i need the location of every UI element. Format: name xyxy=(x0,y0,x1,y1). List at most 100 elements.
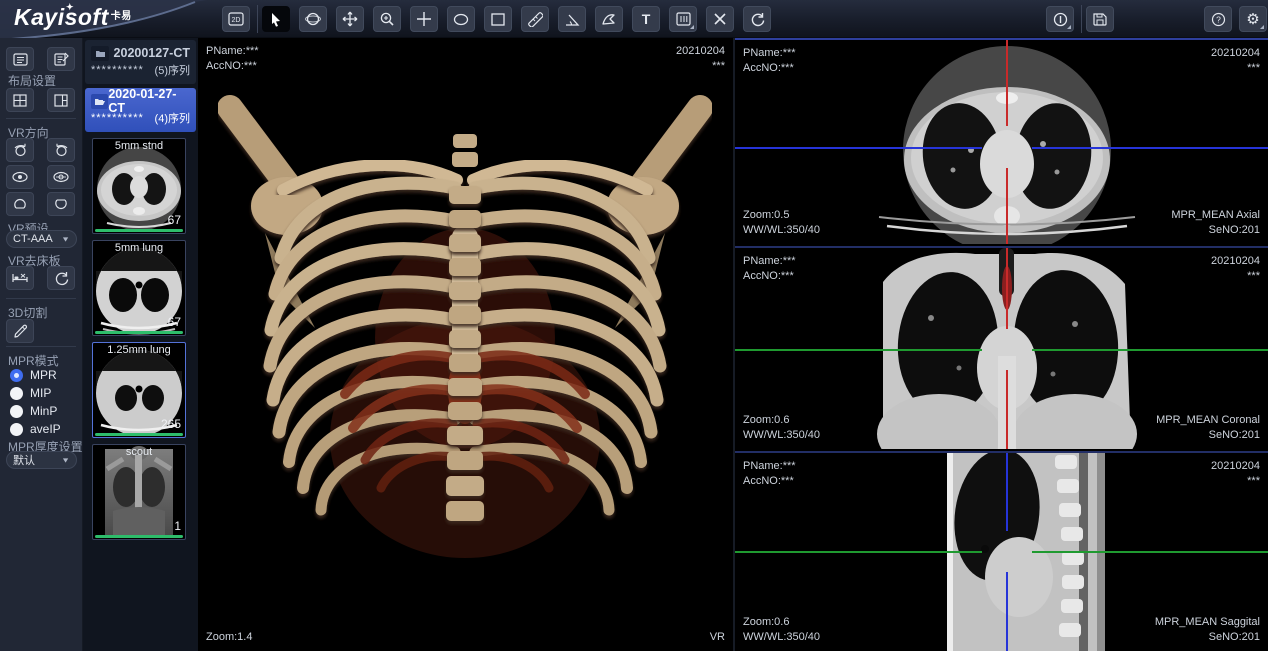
layout-2d-button[interactable]: 2D xyxy=(222,6,250,32)
thumbnail-progress-bar xyxy=(95,433,183,436)
vr-view-anterior-button[interactable] xyxy=(6,165,34,189)
ruler-tool-button[interactable] xyxy=(521,6,549,32)
app-logo-text: Kayisoft xyxy=(14,4,109,30)
coronal-overlay-top-right: 20210204 *** xyxy=(1211,254,1260,284)
thumbnail-label: scout xyxy=(93,446,185,458)
close-x-icon xyxy=(714,13,726,25)
series-list-button[interactable] xyxy=(6,47,34,71)
study-item[interactable]: 20200127-CT ********** (5)序列 xyxy=(85,40,196,84)
measure-list-button[interactable] xyxy=(669,6,697,32)
series-thumbnail-scout[interactable]: scout 1 xyxy=(92,444,186,540)
mpr-mode-radio-aveip[interactable]: aveIP xyxy=(10,422,61,436)
save-button[interactable] xyxy=(1086,6,1114,32)
coronal-crosshair-horizontal-left[interactable] xyxy=(735,349,982,351)
accession-number: AccNO:*** xyxy=(206,59,259,74)
rotate-3d-tool-button[interactable] xyxy=(299,6,327,32)
layout-grid-button[interactable] xyxy=(6,88,34,112)
axial-viewport[interactable]: PName:*** AccNO:*** 20210204 *** Zoom:0.… xyxy=(735,38,1268,244)
text-annotation-button[interactable]: T xyxy=(632,6,660,32)
reset-tool-button[interactable] xyxy=(743,6,771,32)
vr-viewport[interactable]: PName:*** AccNO:*** 20210204 *** Zoom:1.… xyxy=(198,38,733,651)
app-logo-cn: 卡易 xyxy=(111,11,132,22)
radio-label: aveIP xyxy=(30,422,61,436)
crosshair-tool-button[interactable] xyxy=(410,6,438,32)
measure-list-icon xyxy=(676,12,691,26)
mpr-thickness-value: 默认 xyxy=(13,452,35,468)
thumbnail-progress-bar xyxy=(95,229,183,232)
axial-crosshair-horizontal-right[interactable] xyxy=(1032,147,1268,149)
window-level: WW/WL:350/40 xyxy=(743,223,820,238)
series-thumbnail-1-25mm-lung[interactable]: 1.25mm lung 265 xyxy=(92,342,186,438)
coronal-crosshair-vertical-top[interactable] xyxy=(1006,248,1008,329)
zoom-level: Zoom:0.6 xyxy=(743,413,820,428)
mpr-mode-radio-minp[interactable]: MinP xyxy=(10,404,57,418)
angle-measure-button[interactable] xyxy=(558,6,586,32)
vr-overlay-bottom-left: Zoom:1.4 xyxy=(206,630,252,645)
layout-right-column-button[interactable] xyxy=(47,88,75,112)
folder-closed-icon xyxy=(91,46,109,61)
study-item-selected[interactable]: 2020-01-27-CT ********** (4)序列 xyxy=(85,88,196,132)
series-thumbnail-5mm-lung[interactable]: 5mm lung 67 xyxy=(92,240,186,336)
cursor-icon xyxy=(269,12,283,27)
mpr-mode-radio-mip[interactable]: MIP xyxy=(10,386,51,400)
view-posterior-icon xyxy=(53,171,69,183)
bed-reset-button[interactable] xyxy=(47,266,75,290)
masked-value: *** xyxy=(1211,269,1260,284)
sagittal-overlay-top-left: PName:*** AccNO:*** xyxy=(743,459,796,489)
help-icon: ? xyxy=(1211,12,1226,27)
help-button[interactable]: ? xyxy=(1204,6,1232,32)
vr-rotate-left-button[interactable] xyxy=(6,138,34,162)
delete-annotation-button[interactable] xyxy=(706,6,734,32)
study-date: 20210204 xyxy=(1211,254,1260,269)
axial-crosshair-horizontal-left[interactable] xyxy=(735,147,982,149)
remove-bed-button[interactable] xyxy=(6,266,34,290)
sagittal-crosshair-horizontal-left[interactable] xyxy=(735,551,982,553)
info-button[interactable] xyxy=(1046,6,1074,32)
coronal-crosshair-vertical-bottom[interactable] xyxy=(1006,370,1008,449)
vr-view-posterior-button[interactable] xyxy=(47,165,75,189)
ellipse-measure-button[interactable] xyxy=(447,6,475,32)
mpr-thickness-select[interactable]: 默认 ▼ xyxy=(6,451,77,469)
vr-preset-select[interactable]: CT-AAA ▼ xyxy=(6,230,77,248)
accession-number: AccNO:*** xyxy=(743,474,796,489)
patient-name: PName:*** xyxy=(743,46,796,61)
thumbnail-count: 1 xyxy=(174,519,181,533)
sagittal-crosshair-vertical-top[interactable] xyxy=(1006,453,1008,531)
thumbnail-count: 67 xyxy=(168,213,181,227)
cobb-angle-button[interactable] xyxy=(595,6,623,32)
sagittal-crosshair-horizontal-right[interactable] xyxy=(1032,551,1268,553)
bed-icon xyxy=(12,272,28,284)
axial-crosshair-vertical-bottom[interactable] xyxy=(1006,168,1008,244)
series-list-icon xyxy=(13,53,28,66)
vr-view-head-button[interactable] xyxy=(6,192,34,216)
report-button[interactable] xyxy=(47,47,75,71)
rectangle-measure-button[interactable] xyxy=(484,6,512,32)
axial-crosshair-vertical-top[interactable] xyxy=(1006,40,1008,126)
sagittal-crosshair-vertical-bottom[interactable] xyxy=(1006,572,1008,651)
sagittal-viewport[interactable]: PName:*** AccNO:*** 20210204 *** Zoom:0.… xyxy=(735,451,1268,651)
vr-rotate-right-button[interactable] xyxy=(47,138,75,162)
series-name: MPR_MEAN Coronal xyxy=(1156,413,1260,428)
sagittal-overlay-bottom-left: Zoom:0.6 WW/WL:350/40 xyxy=(743,615,820,645)
pan-tool-button[interactable] xyxy=(336,6,364,32)
settings-button[interactable]: ⚙ xyxy=(1239,6,1267,32)
radio-label: MinP xyxy=(30,404,57,418)
cursor-tool-button[interactable] xyxy=(262,6,290,32)
top-toolbar: Kayisoft卡易 ✦ 2D T xyxy=(0,0,1268,38)
vr-view-feet-button[interactable] xyxy=(47,192,75,216)
series-number: SeNO:201 xyxy=(1155,630,1260,645)
scalpel-button[interactable] xyxy=(6,319,34,343)
thumbnail-progress-bar xyxy=(95,535,183,538)
2d-icon: 2D xyxy=(232,17,241,24)
sagittal-overlay-top-right: 20210204 *** xyxy=(1211,459,1260,489)
coronal-viewport[interactable]: PName:*** AccNO:*** 20210204 *** Zoom:0.… xyxy=(735,246,1268,449)
coronal-crosshair-horizontal-right[interactable] xyxy=(1032,349,1268,351)
radio-selected-icon xyxy=(10,369,23,382)
reset-icon xyxy=(750,12,765,27)
sidebar-divider xyxy=(6,298,76,299)
angle-icon xyxy=(565,13,580,26)
coronal-overlay-bottom-left: Zoom:0.6 WW/WL:350/40 xyxy=(743,413,820,443)
mpr-mode-radio-mpr[interactable]: MPR xyxy=(10,368,57,382)
series-thumbnail-5mm-stnd[interactable]: 5mm stnd 67 xyxy=(92,138,186,234)
zoom-tool-button[interactable] xyxy=(373,6,401,32)
